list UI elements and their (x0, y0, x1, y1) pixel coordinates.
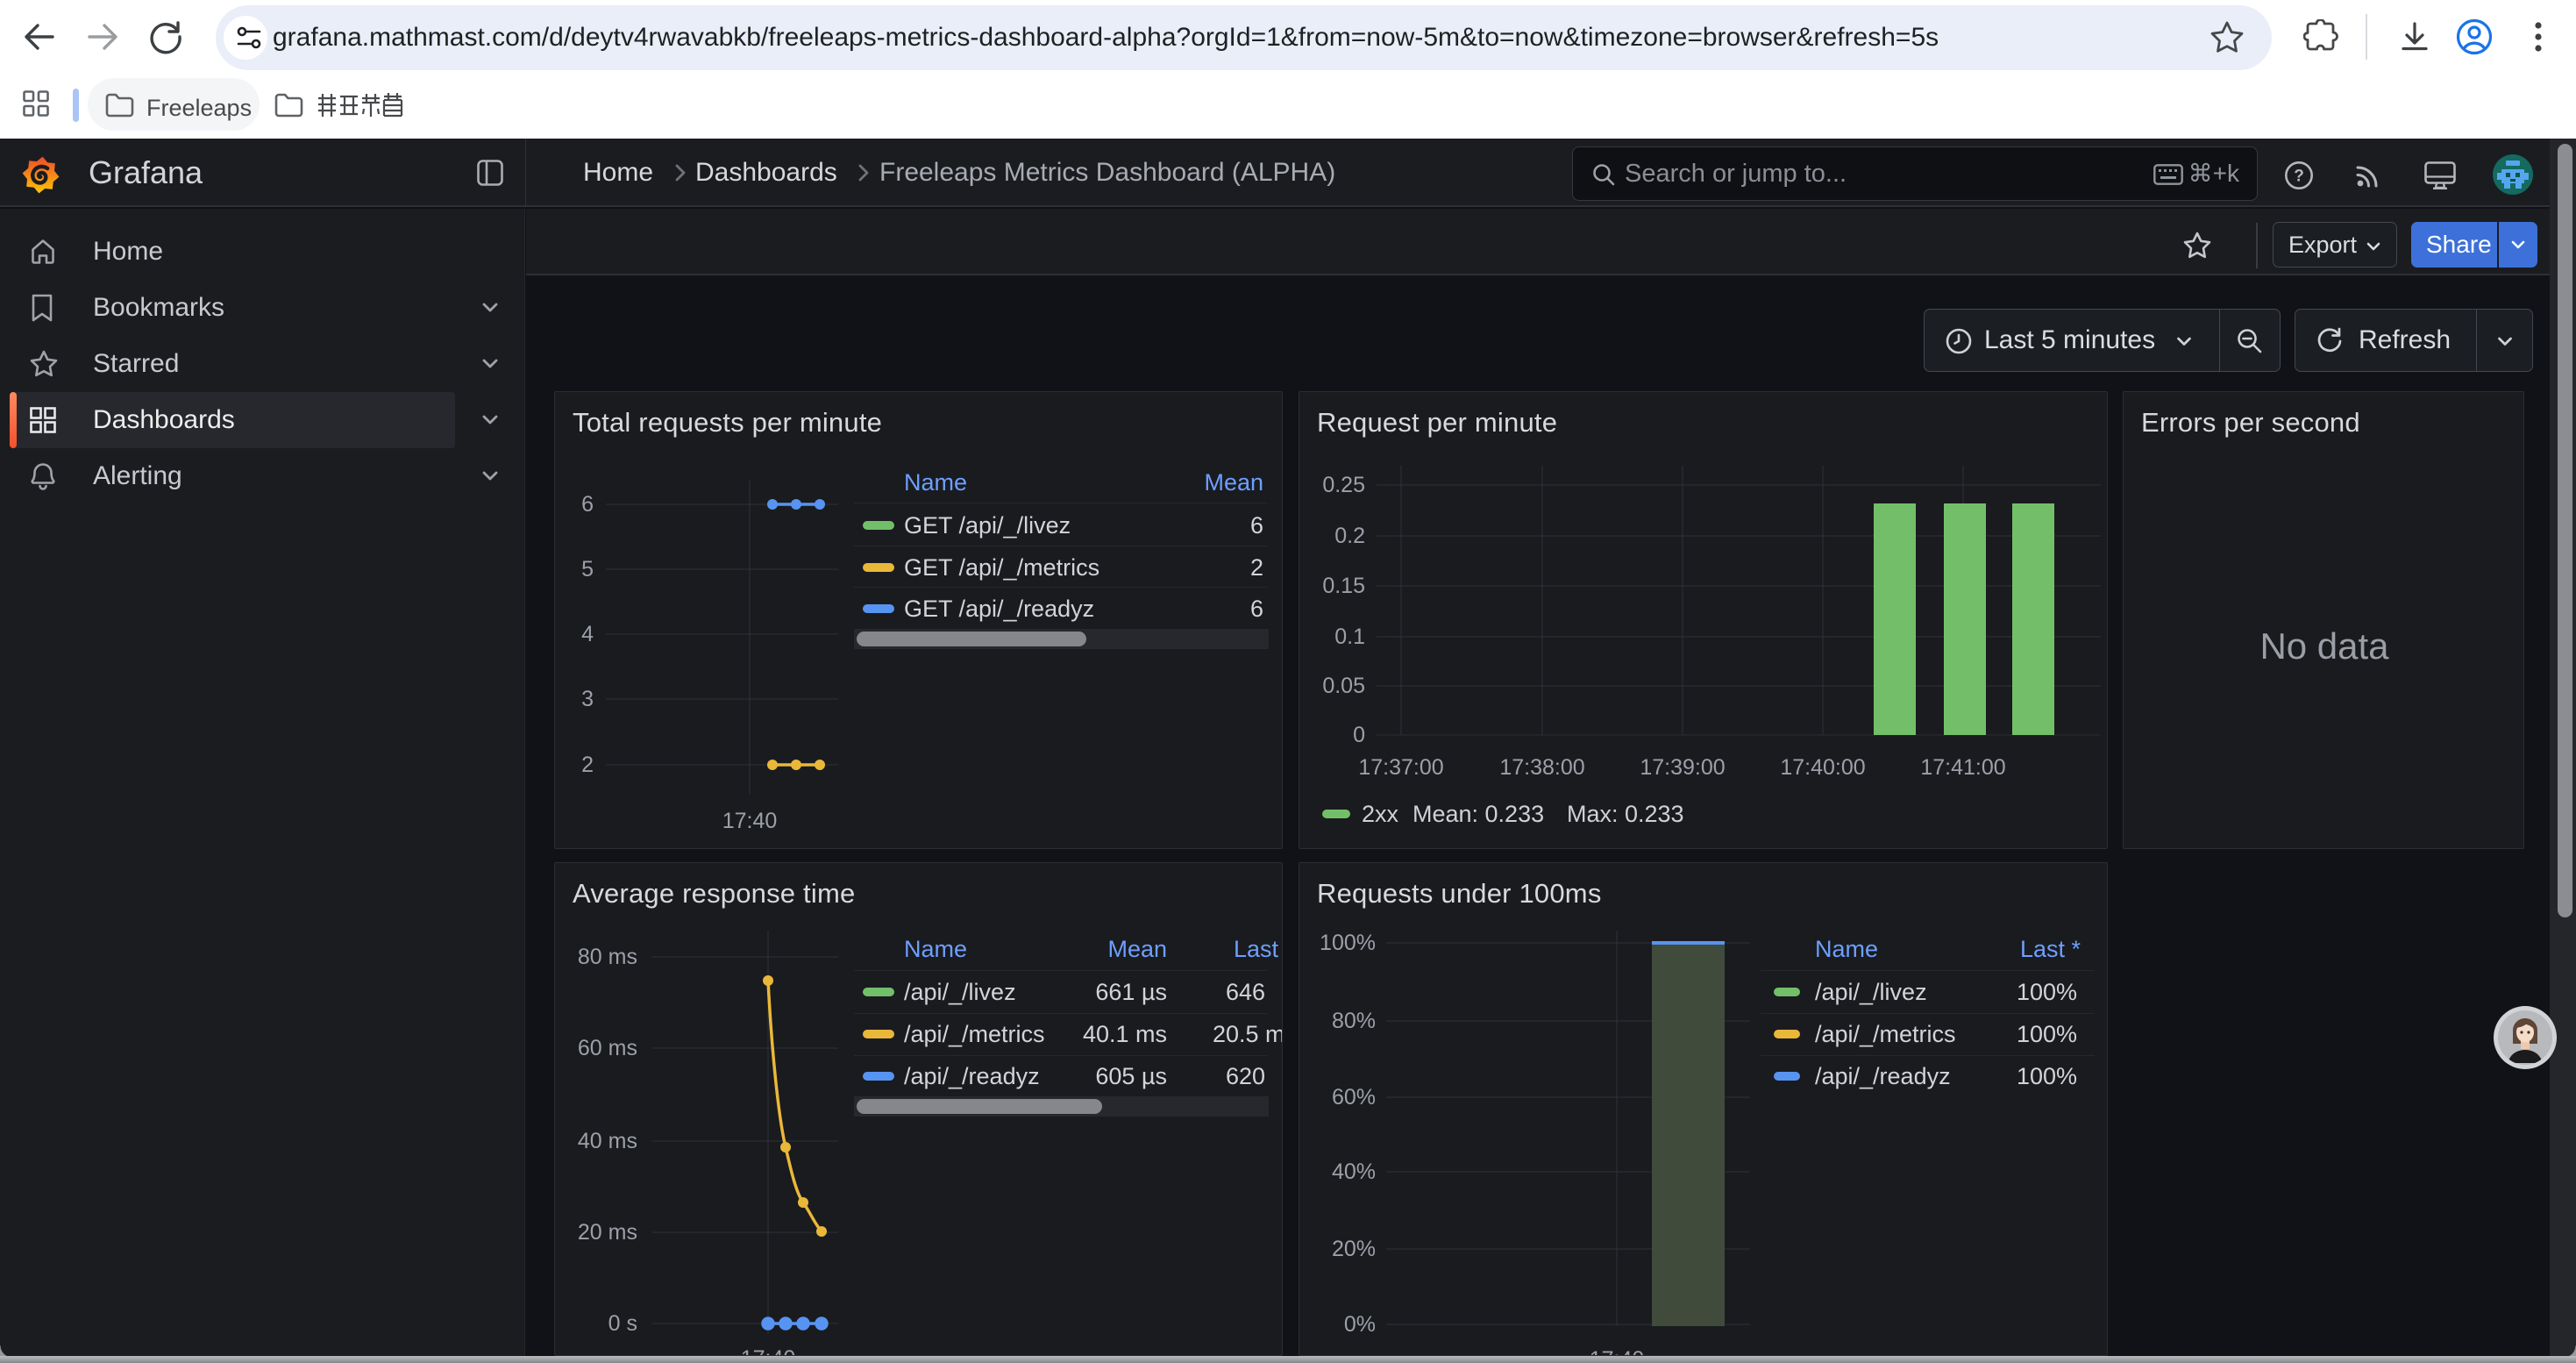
svg-text:?: ? (2294, 168, 2304, 186)
